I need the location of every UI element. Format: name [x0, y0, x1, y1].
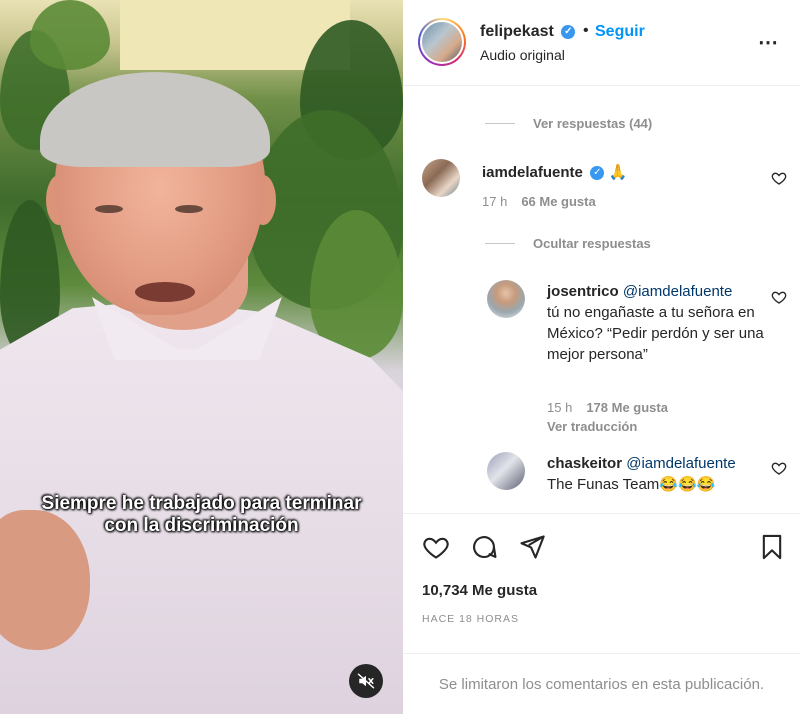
hide-replies-button[interactable]: Ocultar respuestas — [485, 236, 651, 251]
eye — [175, 205, 203, 213]
save-bookmark-icon[interactable] — [758, 533, 786, 561]
post-timestamp[interactable]: HACE 18 HORAS — [422, 613, 519, 625]
comment-username[interactable]: iamdelafuente — [482, 164, 583, 181]
comment-meta: 17 h 66 Me gusta — [482, 194, 596, 209]
reply-time[interactable]: 15 h — [547, 400, 572, 415]
like-comment-heart-icon[interactable] — [771, 170, 787, 186]
video-caption-line-1: Siempre he trabajado para terminar — [41, 493, 362, 514]
reply: chaskeitor @iamdelafuente The Funas Team… — [547, 453, 767, 495]
reply-text: The Funas Team😂😂😂 — [547, 476, 716, 493]
hair — [40, 72, 270, 167]
author-username-text[interactable]: felipekast — [480, 23, 554, 40]
reply-username[interactable]: chaskeitor — [547, 455, 622, 472]
reply-username[interactable]: josentrico — [547, 283, 619, 300]
video-player[interactable]: Siempre he trabajado para terminar con l… — [0, 0, 403, 714]
mouth — [135, 282, 195, 302]
more-options-icon[interactable]: ⋯ — [758, 30, 779, 55]
comments-list[interactable]: Ver respuestas (44) iamdelafuente ✓ 🙏 17… — [403, 87, 800, 513]
divider — [485, 123, 515, 124]
comments-limited-notice: Se limitaron los comentarios en esta pub… — [403, 653, 800, 714]
reply-avatar[interactable] — [487, 280, 525, 318]
reply-avatar[interactable] — [487, 452, 525, 490]
post-header: felipekast ✓ • Seguir Audio original ⋯ — [403, 0, 800, 86]
audio-link[interactable]: Audio original — [480, 47, 565, 63]
post-panel: felipekast ✓ • Seguir Audio original ⋯ V… — [403, 0, 800, 714]
author-avatar[interactable] — [418, 18, 466, 66]
comment-bubble-icon[interactable] — [470, 533, 498, 561]
comment-likes[interactable]: 66 Me gusta — [521, 194, 595, 209]
comment: iamdelafuente ✓ 🙏 — [482, 162, 627, 183]
reply: josentrico @iamdelafuente tú no engañast… — [547, 281, 767, 365]
author-username[interactable]: felipekast ✓ — [480, 23, 576, 41]
commenter-avatar[interactable] — [422, 159, 460, 197]
video-caption-line-2: con la discriminación — [104, 515, 299, 536]
likes-count[interactable]: 10,734 Me gusta — [422, 582, 537, 599]
reply-meta: 15 h 178 Me gusta — [547, 400, 668, 415]
eye — [95, 205, 123, 213]
share-paper-plane-icon[interactable] — [518, 533, 546, 561]
like-reply-heart-icon[interactable] — [771, 460, 787, 476]
see-translation-button[interactable]: Ver traducción — [547, 419, 637, 434]
view-replies-button[interactable]: Ver respuestas (44) — [485, 116, 652, 131]
separator-dot: • — [583, 22, 589, 39]
reply-mention[interactable]: @iamdelafuente — [626, 455, 735, 472]
speaker-muted-icon — [357, 673, 375, 689]
reply-text: tú no engañaste a tu señora en México? “… — [547, 304, 764, 363]
reply-mention[interactable]: @iamdelafuente — [623, 283, 732, 300]
hide-replies-label: Ocultar respuestas — [533, 236, 651, 251]
like-heart-icon[interactable] — [422, 533, 450, 561]
mute-button[interactable] — [349, 664, 383, 698]
view-replies-label: Ver respuestas (44) — [533, 116, 653, 131]
comment-time[interactable]: 17 h — [482, 194, 507, 209]
comment-text: 🙏 — [608, 164, 628, 181]
verified-badge-icon: ✓ — [561, 24, 576, 39]
foliage — [30, 0, 110, 70]
divider — [485, 243, 515, 244]
like-reply-heart-icon[interactable] — [771, 289, 787, 305]
follow-button[interactable]: Seguir — [595, 23, 645, 41]
post-actions: 10,734 Me gusta HACE 18 HORAS — [403, 513, 800, 653]
verified-badge-icon: ✓ — [590, 165, 605, 180]
reply-likes[interactable]: 178 Me gusta — [586, 400, 668, 415]
